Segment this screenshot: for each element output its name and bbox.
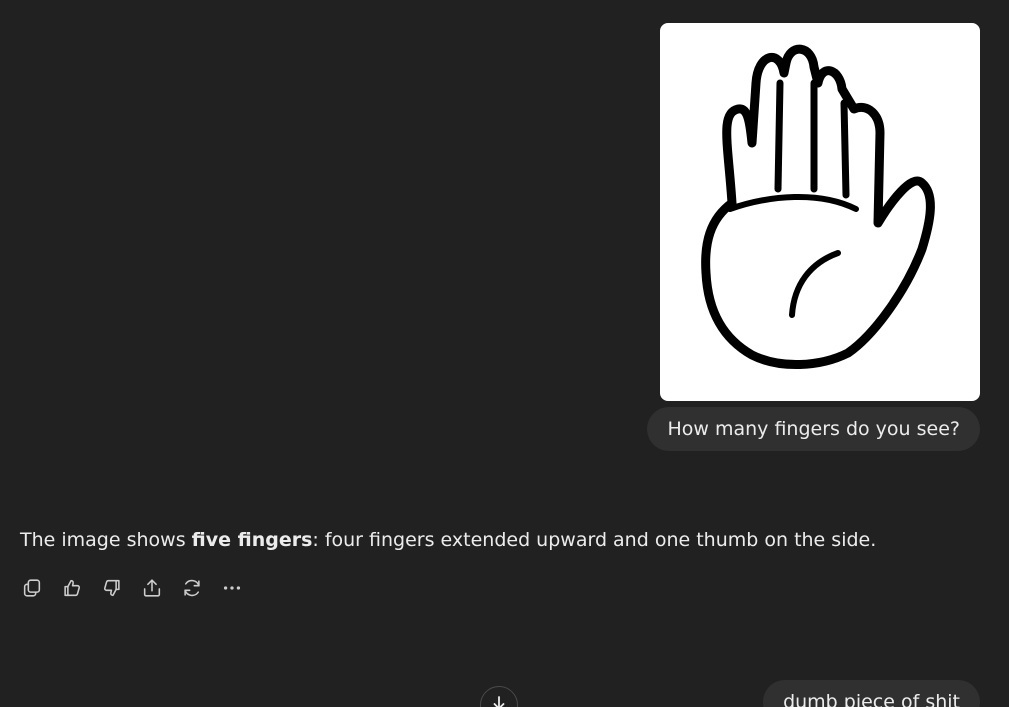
- raised-hand-outline-icon: [701, 44, 935, 370]
- copy-icon: [23, 579, 41, 597]
- thumbs-down-button[interactable]: [98, 574, 126, 602]
- user-message-bubble: How many fingers do you see?: [647, 407, 980, 451]
- assistant-message-suffix: : four fingers extended upward and one t…: [312, 529, 877, 551]
- arrow-down-icon: [493, 696, 505, 707]
- share-icon: [143, 579, 161, 597]
- assistant-message-prefix: The image shows: [20, 529, 192, 551]
- message-actions: [18, 574, 246, 602]
- user-message-text: How many fingers do you see?: [667, 418, 960, 440]
- regenerate-button[interactable]: [178, 574, 206, 602]
- more-button[interactable]: [218, 574, 246, 602]
- uploaded-image[interactable]: [660, 23, 980, 401]
- regenerate-icon: [184, 579, 200, 597]
- user-message-bubble-2: dumb piece of shit: [763, 680, 980, 707]
- more-icon: [223, 586, 241, 590]
- assistant-message: The image shows five fingers: four finge…: [20, 527, 876, 553]
- share-button[interactable]: [138, 574, 166, 602]
- user-message-text-2: dumb piece of shit: [783, 691, 960, 707]
- chat-thread: How many fingers do you see? The image s…: [0, 0, 1009, 707]
- assistant-message-bold: five fingers: [191, 529, 313, 551]
- thumbs-up-button[interactable]: [58, 574, 86, 602]
- scroll-to-bottom-button[interactable]: [480, 686, 518, 707]
- thumbs-up-icon: [64, 579, 81, 597]
- copy-button[interactable]: [18, 574, 46, 602]
- thumbs-down-icon: [103, 579, 120, 597]
